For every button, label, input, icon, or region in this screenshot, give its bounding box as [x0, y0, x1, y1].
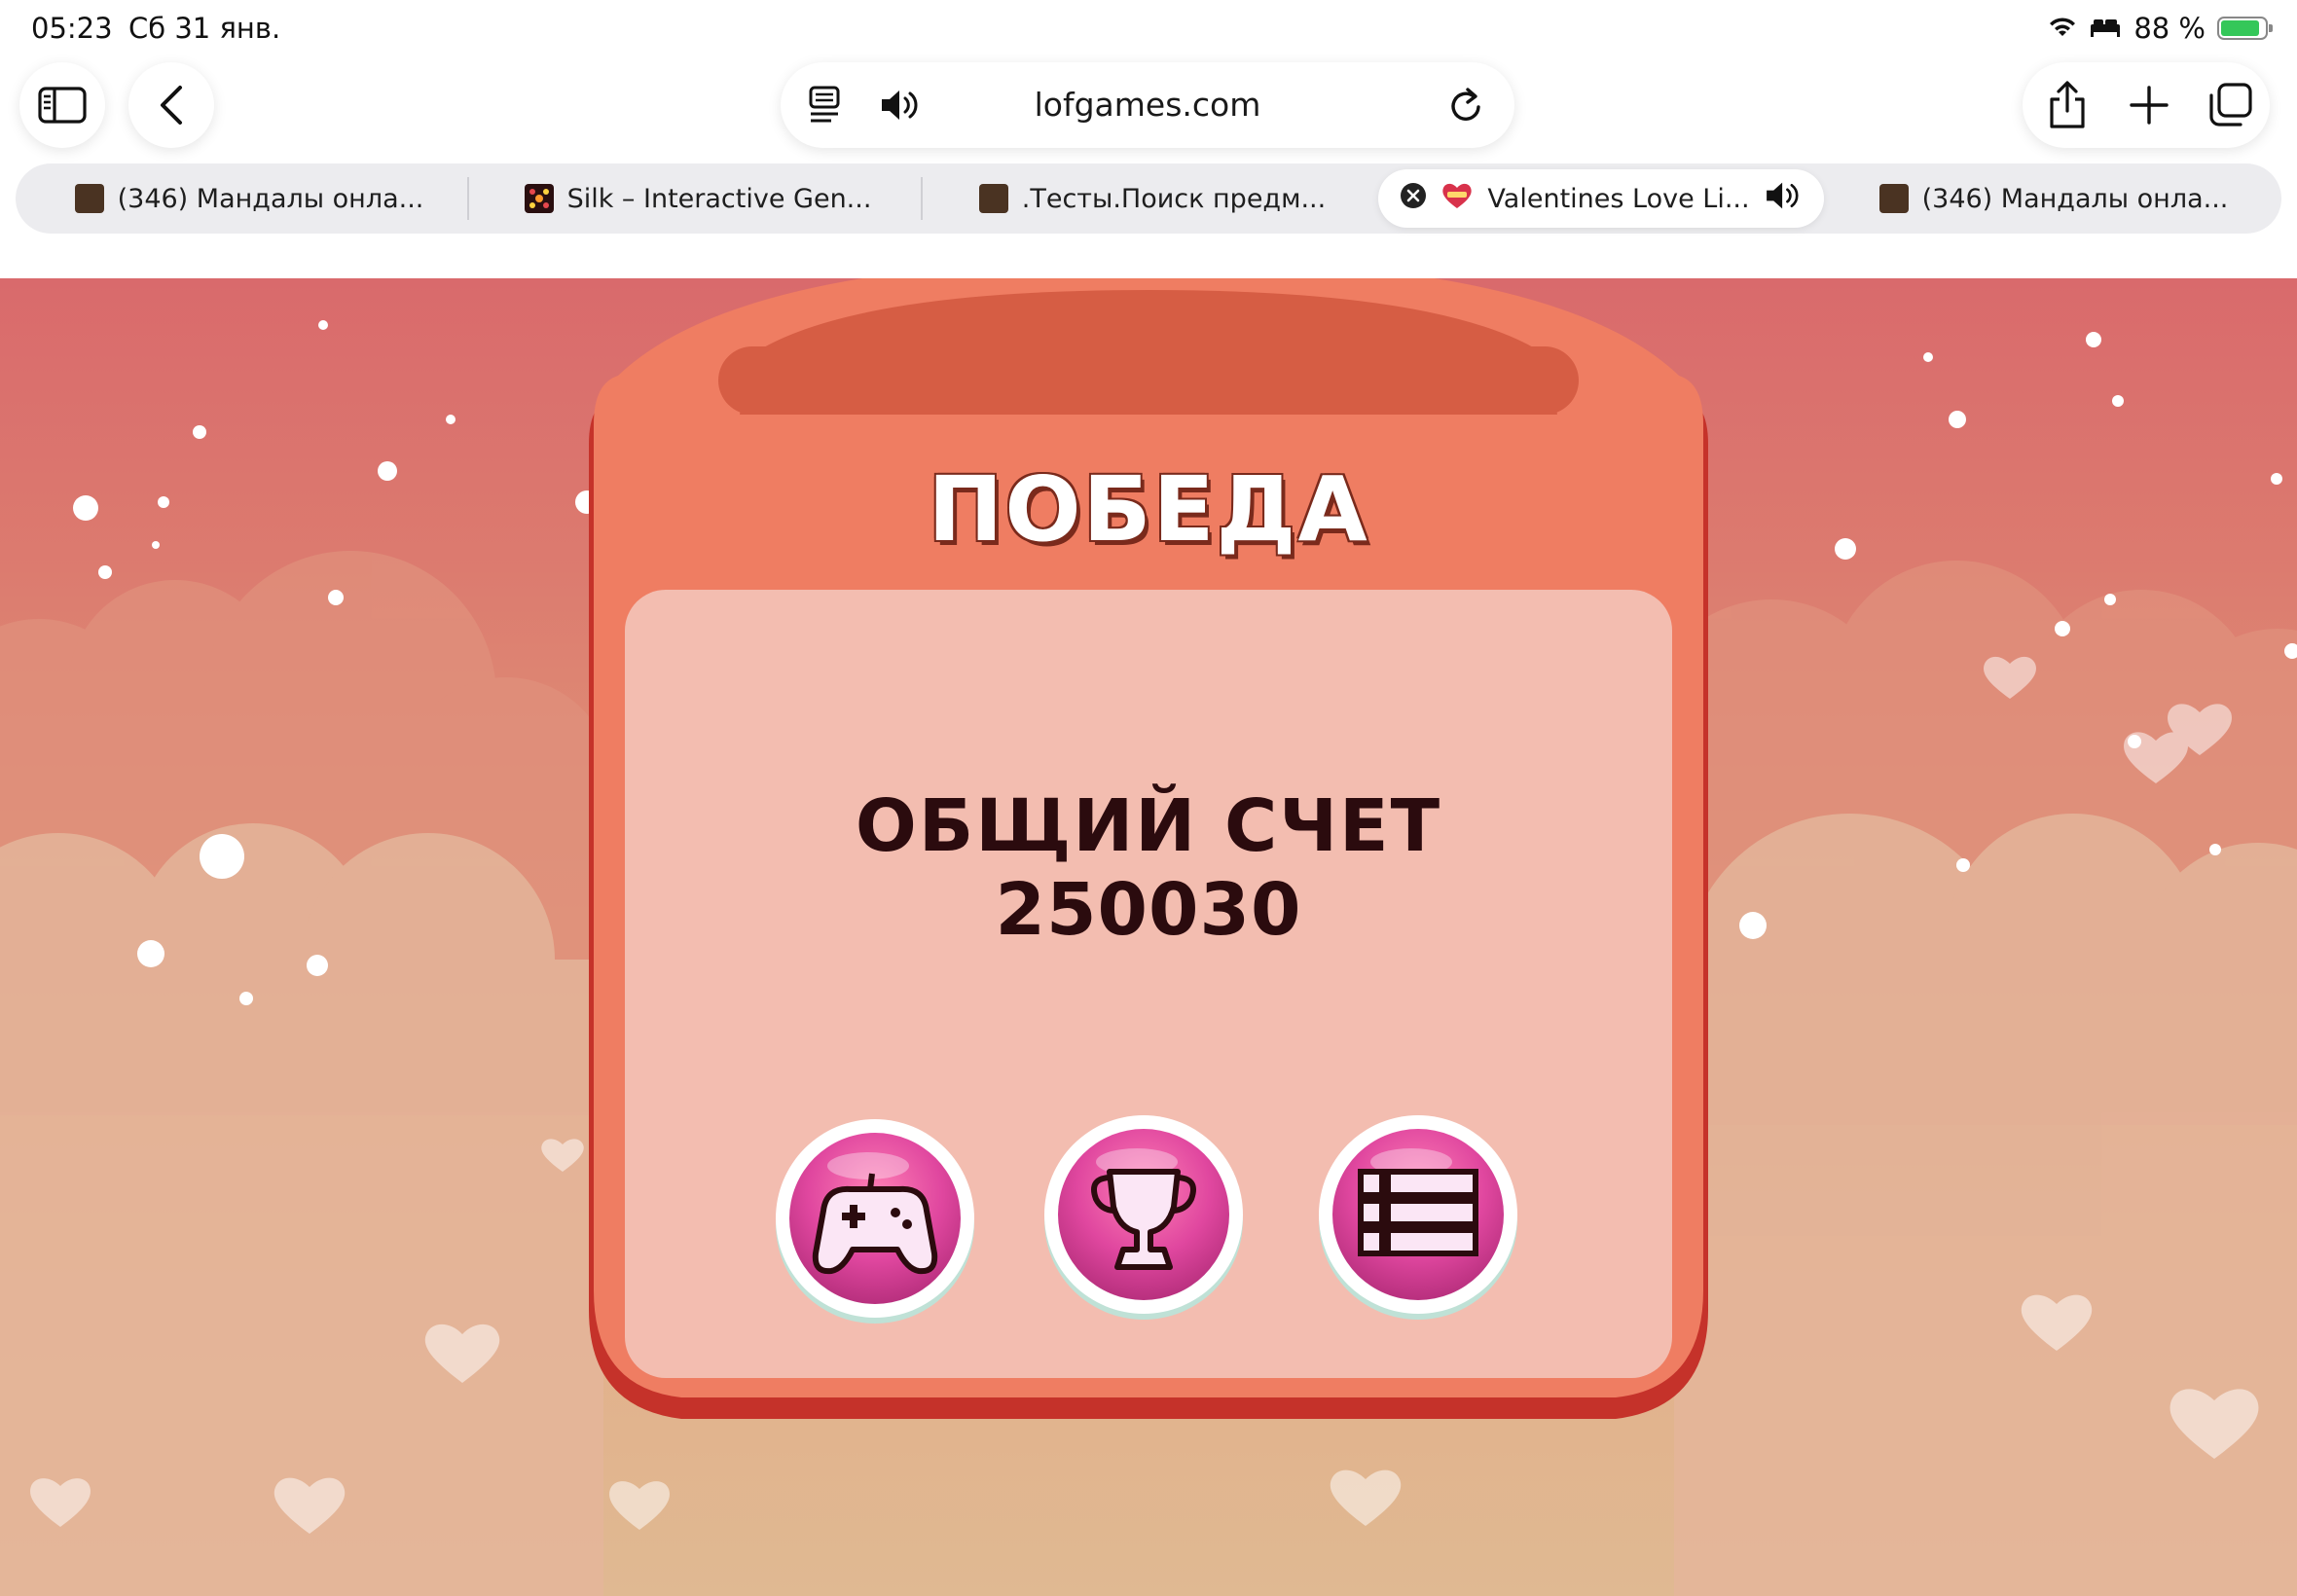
status-time: 05:23 — [31, 12, 113, 45]
battery-fill — [2221, 20, 2259, 36]
sleep-bed-icon — [2089, 12, 2122, 45]
tab-title: (346) Мандалы онла... — [1921, 183, 2229, 214]
leaderboard-button[interactable] — [1041, 1113, 1246, 1322]
tab-favicon — [1878, 184, 1909, 213]
close-tab-icon[interactable] — [1400, 182, 1427, 216]
status-bar: 05:23 Сб 31 янв. 88 % — [0, 0, 2297, 58]
sidebar-icon — [38, 86, 87, 125]
toolbar-actions-group — [2023, 62, 2270, 148]
play-again-button[interactable] — [773, 1117, 977, 1325]
battery-icon — [2217, 17, 2273, 40]
tab-mandaly-2[interactable]: (346) Мандалы онла... — [1830, 163, 2278, 234]
menu-list-button[interactable] — [1316, 1113, 1520, 1322]
list-icon — [1358, 1169, 1478, 1256]
reload-icon[interactable] — [1446, 84, 1485, 130]
tab-favicon — [524, 184, 554, 213]
battery-percent: 88 % — [2133, 12, 2206, 45]
tab-title: Valentines Love Li... — [1487, 183, 1750, 214]
browser-toolbar: lofgames.com — [0, 58, 2297, 156]
tab-silk[interactable]: Silk – Interactive Gen... — [479, 163, 917, 234]
url-text[interactable]: lofgames.com — [781, 86, 1514, 124]
chevron-left-icon — [157, 84, 186, 127]
tab-overview-icon[interactable] — [2207, 82, 2254, 128]
game-canvas[interactable]: ПОБЕДА ОБЩИЙ СЧЕТ 250030 — [0, 278, 2297, 1596]
tab-favicon — [978, 184, 1008, 213]
tab-favicon — [74, 184, 104, 213]
tab-bar: (346) Мандалы онла... Silk – Interactive… — [16, 163, 2281, 234]
sidebar-toggle-button[interactable] — [19, 62, 105, 148]
status-date: Сб 31 янв. — [128, 12, 281, 45]
victory-title: ПОБЕДА — [928, 457, 1369, 562]
back-button[interactable] — [128, 62, 214, 148]
address-bar[interactable]: lofgames.com — [781, 62, 1514, 148]
total-score-label: ОБЩИЙ СЧЕТ — [855, 784, 1442, 868]
new-tab-plus-icon[interactable] — [2128, 84, 2170, 127]
tab-valentines-active[interactable]: Valentines Love Li... — [1378, 169, 1824, 228]
tab-title: Silk – Interactive Gen... — [566, 183, 872, 214]
tab-title: (346) Мандалы онла... — [117, 183, 424, 214]
tab-title: .Тесты.Поиск предм... — [1021, 183, 1327, 214]
total-score-value: 250030 — [995, 868, 1302, 952]
tab-tests[interactable]: .Тесты.Поиск предм... — [930, 163, 1374, 234]
share-icon[interactable] — [2046, 80, 2089, 130]
heart-favicon-icon — [1440, 181, 1474, 217]
tab-mandaly-1[interactable]: (346) Мандалы онла... — [25, 163, 473, 234]
wifi-icon — [2048, 12, 2077, 45]
tab-audio-icon[interactable] — [1764, 180, 1803, 218]
